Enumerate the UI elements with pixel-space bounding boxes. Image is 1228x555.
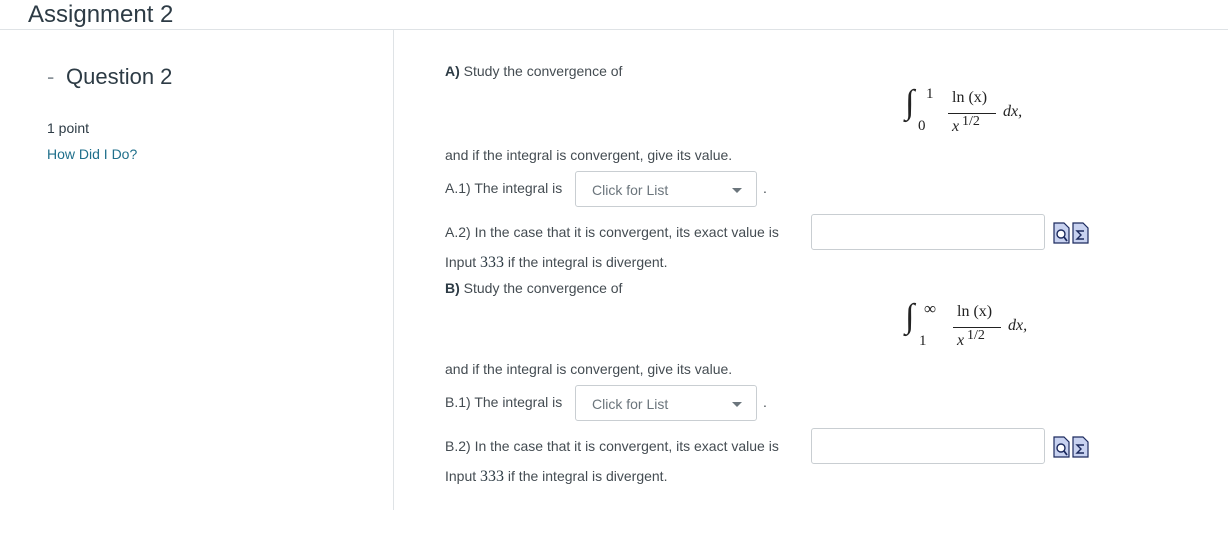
integral-b-upper: ∞ xyxy=(924,299,937,318)
b1-select[interactable]: Click for List xyxy=(575,385,757,421)
b-divergent-note: Input 333 if the integral is divergent. xyxy=(445,468,667,486)
a1-period: . xyxy=(763,180,767,196)
part-a-after: and if the integral is convergent, give … xyxy=(445,147,733,163)
a2-answer-input[interactable] xyxy=(811,214,1045,250)
collapse-dash[interactable]: - xyxy=(47,64,54,90)
integral-a-denominator-base: x xyxy=(952,118,960,135)
integral-b-denominator-exp: 1/2 xyxy=(967,328,985,343)
part-b-after: and if the integral is convergent, give … xyxy=(445,361,733,377)
part-a-intro: A) Study the convergence of xyxy=(445,63,622,79)
equation-editor-icon[interactable] xyxy=(1072,436,1089,458)
header-bar: Assignment 2 xyxy=(0,0,1228,30)
b1-select-value: Click for List xyxy=(592,396,669,412)
integral-a-dx: dx, xyxy=(1003,103,1023,120)
a-divergent-prefix: Input xyxy=(445,254,477,270)
integral-a-lower: 0 xyxy=(918,118,926,134)
b2-answer-input[interactable] xyxy=(811,428,1045,464)
integral-b-dx: dx, xyxy=(1008,317,1028,334)
part-b-intro-text: Study the convergence of xyxy=(463,280,623,296)
part-a-intro-text: Study the convergence of xyxy=(463,63,623,79)
integral-a-upper: 1 xyxy=(926,86,934,102)
chevron-down-icon xyxy=(732,188,742,193)
a-divergent-note: Input 333 if the integral is divergent. xyxy=(445,254,667,272)
a-divergent-number: 333 xyxy=(480,254,505,271)
integral-sign: ∫ xyxy=(905,84,915,121)
how-did-i-do-link[interactable]: How Did I Do? xyxy=(47,146,137,162)
b-divergent-suffix: if the integral is divergent. xyxy=(507,468,668,484)
b1-period: . xyxy=(763,394,767,410)
a1-label: A.1) The integral is xyxy=(445,180,563,196)
integral-b-lower: 1 xyxy=(919,333,927,349)
part-b-label: B) xyxy=(445,280,460,296)
question-title: Question 2 xyxy=(66,64,173,89)
part-a-label: A) xyxy=(445,63,460,79)
integral-b-numerator: ln (x) xyxy=(957,303,993,320)
b-divergent-prefix: Input xyxy=(445,468,477,484)
b-divergent-number: 333 xyxy=(480,468,505,485)
question-sidebar xyxy=(0,30,394,510)
part-b-intro: B) Study the convergence of xyxy=(445,280,622,296)
a1-select-value: Click for List xyxy=(592,182,669,198)
assignment-title: Assignment 2 xyxy=(28,1,174,28)
a-divergent-suffix: if the integral is divergent. xyxy=(507,254,668,270)
preview-answer-icon[interactable] xyxy=(1053,222,1070,244)
preview-answer-icon[interactable] xyxy=(1053,436,1070,458)
chevron-down-icon xyxy=(732,402,742,407)
integral-b-denominator-base: x xyxy=(957,332,965,349)
b1-label: B.1) The integral is xyxy=(445,394,563,410)
integral-sign: ∫ xyxy=(905,298,915,335)
points-label: 1 point xyxy=(47,120,90,136)
integral-a-denominator-exp: 1/2 xyxy=(962,114,980,129)
integral-a-numerator: ln (x) xyxy=(952,89,988,106)
b2-label: B.2) In the case that it is convergent, … xyxy=(445,438,779,454)
a2-label: A.2) In the case that it is convergent, … xyxy=(445,224,779,240)
equation-editor-icon[interactable] xyxy=(1072,222,1089,244)
a1-select[interactable]: Click for List xyxy=(575,171,757,207)
